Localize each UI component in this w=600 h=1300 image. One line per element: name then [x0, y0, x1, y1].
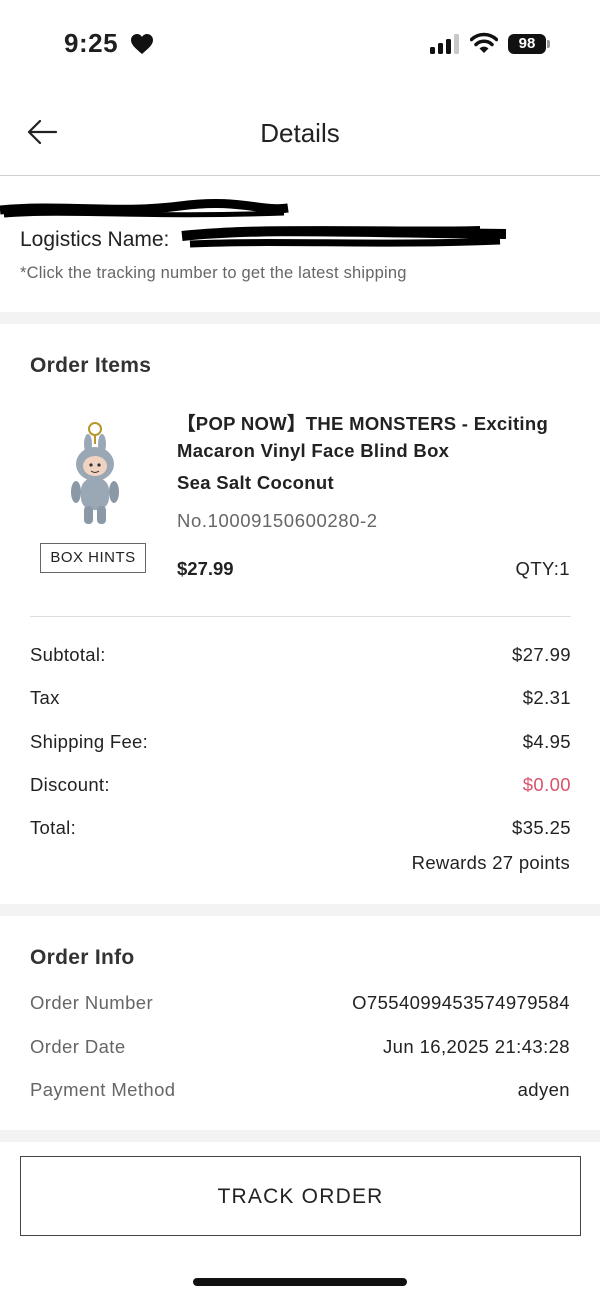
logistics-section: Logistics Name: *Click the tracking numb… [0, 178, 600, 312]
payment-method-label: Payment Method [30, 1079, 176, 1100]
product-image[interactable] [60, 420, 130, 530]
status-time: 9:25 [64, 28, 119, 58]
heart-icon [131, 34, 153, 54]
order-info-section: Order Info Order Number O755409945357497… [0, 916, 600, 1130]
page-title: Details [260, 118, 340, 148]
order-items-title: Order Items [30, 354, 152, 377]
discount-label: Discount: [30, 774, 110, 795]
tax-label: Tax [30, 687, 60, 708]
signal-icon [430, 34, 459, 54]
divider [30, 616, 571, 617]
rewards-points: Rewards 27 points [411, 852, 570, 873]
payment-method-value: adyen [517, 1079, 570, 1100]
section-gap [0, 1130, 600, 1142]
product-quantity: QTY:1 [515, 558, 570, 579]
total-value: $35.25 [512, 817, 571, 838]
product-name[interactable]: 【POP NOW】THE MONSTERS - Exciting Macaron… [177, 410, 577, 464]
discount-value: $0.00 [522, 774, 571, 795]
total-label: Total: [30, 817, 77, 838]
section-gap [0, 312, 600, 324]
battery-level: 98 [508, 34, 546, 54]
header: Details [0, 90, 600, 176]
tracking-hint: *Click the tracking number to get the la… [20, 264, 407, 282]
shipping-fee-row: Shipping Fee: $4.95 [30, 731, 571, 757]
track-order-button[interactable]: TRACK ORDER [20, 1156, 581, 1236]
subtotal-label: Subtotal: [30, 644, 106, 665]
tax-value: $2.31 [522, 687, 571, 708]
subtotal-row: Subtotal: $27.99 [30, 644, 571, 670]
order-number-label: Order Number [30, 992, 154, 1013]
tax-row: Tax $2.31 [30, 687, 571, 713]
discount-row: Discount: $0.00 [30, 774, 571, 800]
order-date-label: Order Date [30, 1036, 126, 1057]
logistics-name-label: Logistics Name: [20, 228, 170, 251]
order-date-value: Jun 16,2025 21:43:28 [383, 1036, 570, 1057]
shipping-fee-label: Shipping Fee: [30, 731, 149, 752]
shipping-fee-value: $4.95 [522, 731, 571, 752]
wifi-icon [470, 32, 498, 53]
battery-icon: 98 [508, 34, 550, 54]
product-variant: Sea Salt Coconut [177, 472, 334, 493]
product-price: $27.99 [177, 558, 234, 579]
order-number-value: O7554099453574979584 [352, 992, 570, 1013]
status-bar: 9:25 98 [0, 0, 600, 90]
order-items-section: Order Items BOX HINTS 【POP NOW】THE MONST… [0, 324, 600, 904]
product-sku: No.10009150600280-2 [177, 510, 378, 531]
subtotal-value: $27.99 [512, 644, 571, 665]
redaction-scribble [0, 199, 289, 218]
section-gap [0, 904, 600, 916]
total-row: Total: $35.25 [30, 817, 571, 843]
box-hints-button[interactable]: BOX HINTS [40, 543, 146, 573]
redaction-scribble [181, 226, 507, 248]
home-indicator [193, 1278, 407, 1286]
order-info-title: Order Info [30, 946, 135, 969]
